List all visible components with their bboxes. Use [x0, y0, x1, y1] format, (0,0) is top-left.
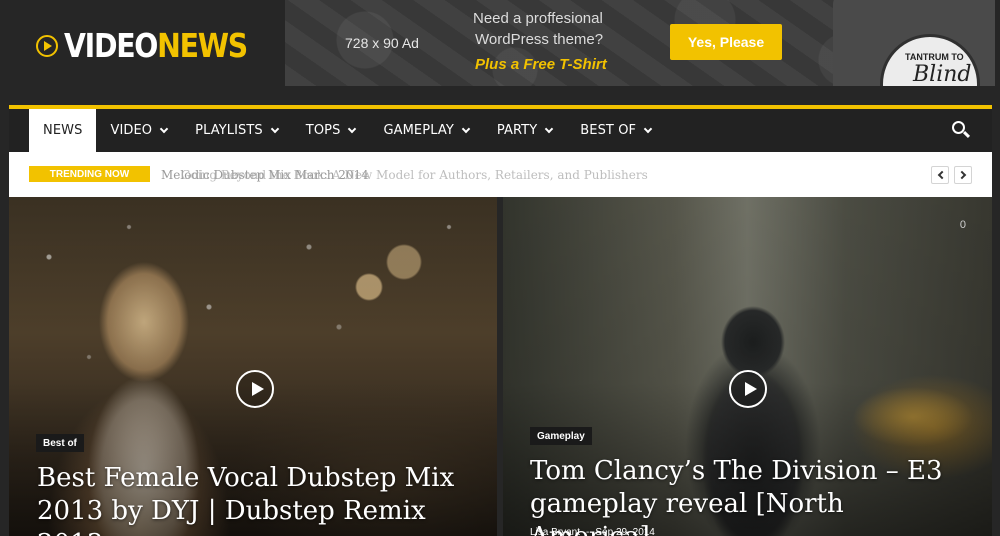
- category-badge[interactable]: Best of: [36, 434, 84, 452]
- nav-item-label: TOPS: [305, 123, 341, 138]
- nav-item-tops[interactable]: TOPS: [292, 109, 370, 152]
- nav-item-label: PLAYLISTS: [195, 123, 263, 138]
- meta-separator: -: [586, 527, 590, 536]
- comment-count[interactable]: 0: [960, 219, 966, 231]
- chevron-down-icon: [159, 124, 169, 133]
- hero-card-left[interactable]: Best of Best Female Vocal Dubstep Mix 20…: [9, 197, 497, 536]
- hero-title[interactable]: Best Female Vocal Dubstep Mix 2013 by DY…: [37, 462, 477, 536]
- ad-headline-line2: WordPress theme?: [475, 31, 604, 48]
- tshirt-badge-script: Blind: [913, 62, 972, 86]
- site-header: VIDEONEWS 728 x 90 Ad Need a proffesiona…: [0, 0, 1000, 104]
- play-icon[interactable]: [236, 370, 274, 408]
- logo-text: VIDEONEWS: [64, 26, 248, 65]
- chevron-down-icon: [270, 124, 280, 133]
- ad-banner[interactable]: 728 x 90 Ad Need a proffesional WordPres…: [285, 0, 995, 86]
- trending-prev-button[interactable]: [931, 166, 949, 184]
- tshirt-badge-text: TANTRUM TO: [905, 52, 964, 62]
- trending-badge: TRENDING NOW: [29, 166, 150, 182]
- nav-item-label: NEWS: [43, 123, 83, 138]
- play-icon[interactable]: [729, 370, 767, 408]
- chevron-down-icon: [461, 124, 471, 133]
- trending-headline-next[interactable]: Going Beyond the Book: A New Model for A…: [181, 168, 648, 182]
- trending-next-button[interactable]: [954, 166, 972, 184]
- nav-item-label: VIDEO: [110, 123, 153, 138]
- post-meta: Lisa Bryant - Sep 29, 2014: [530, 527, 655, 536]
- nav-item-party[interactable]: PARTY: [483, 109, 566, 152]
- ad-size-label: 728 x 90 Ad: [345, 35, 419, 51]
- category-badge[interactable]: Gameplay: [530, 427, 592, 445]
- chevron-left-icon: [937, 170, 947, 180]
- hero-card-right[interactable]: 0 Gameplay Tom Clancy’s The Division – E…: [503, 197, 992, 536]
- post-date: Sep 29, 2014: [595, 527, 655, 536]
- nav-item-label: GAMEPLAY: [383, 123, 454, 138]
- nav-item-video[interactable]: VIDEO: [96, 109, 181, 152]
- play-circle-icon: [36, 34, 58, 57]
- nav-item-best-of[interactable]: BEST OF: [566, 109, 665, 152]
- chevron-down-icon: [544, 124, 554, 133]
- trending-bar: TRENDING NOW Melodic Dubstep Mix March 2…: [9, 152, 992, 197]
- main-navigation: NEWS VIDEO PLAYLISTS TOPS GAMEPLAY PARTY…: [9, 109, 992, 152]
- nav-item-label: PARTY: [496, 123, 538, 138]
- ad-cta-button[interactable]: Yes, Please: [670, 24, 782, 60]
- search-icon[interactable]: [952, 121, 971, 139]
- author-link[interactable]: Lisa Bryant: [530, 527, 580, 536]
- hero-title[interactable]: Tom Clancy’s The Division – E3 gameplay …: [530, 455, 970, 536]
- site-logo[interactable]: VIDEONEWS: [36, 26, 277, 65]
- nav-item-gameplay[interactable]: GAMEPLAY: [369, 109, 482, 152]
- ad-headline-line1: Need a proffesional: [473, 10, 603, 27]
- chevron-right-icon: [957, 170, 967, 180]
- chevron-down-icon: [348, 124, 357, 133]
- nav-item-news[interactable]: NEWS: [29, 109, 97, 152]
- ad-promo-text: Plus a Free T-Shirt: [475, 56, 607, 73]
- search-icon-handle: [962, 130, 971, 139]
- nav-item-label: BEST OF: [580, 123, 637, 138]
- chevron-down-icon: [643, 124, 653, 133]
- nav-item-playlists[interactable]: PLAYLISTS: [181, 109, 292, 152]
